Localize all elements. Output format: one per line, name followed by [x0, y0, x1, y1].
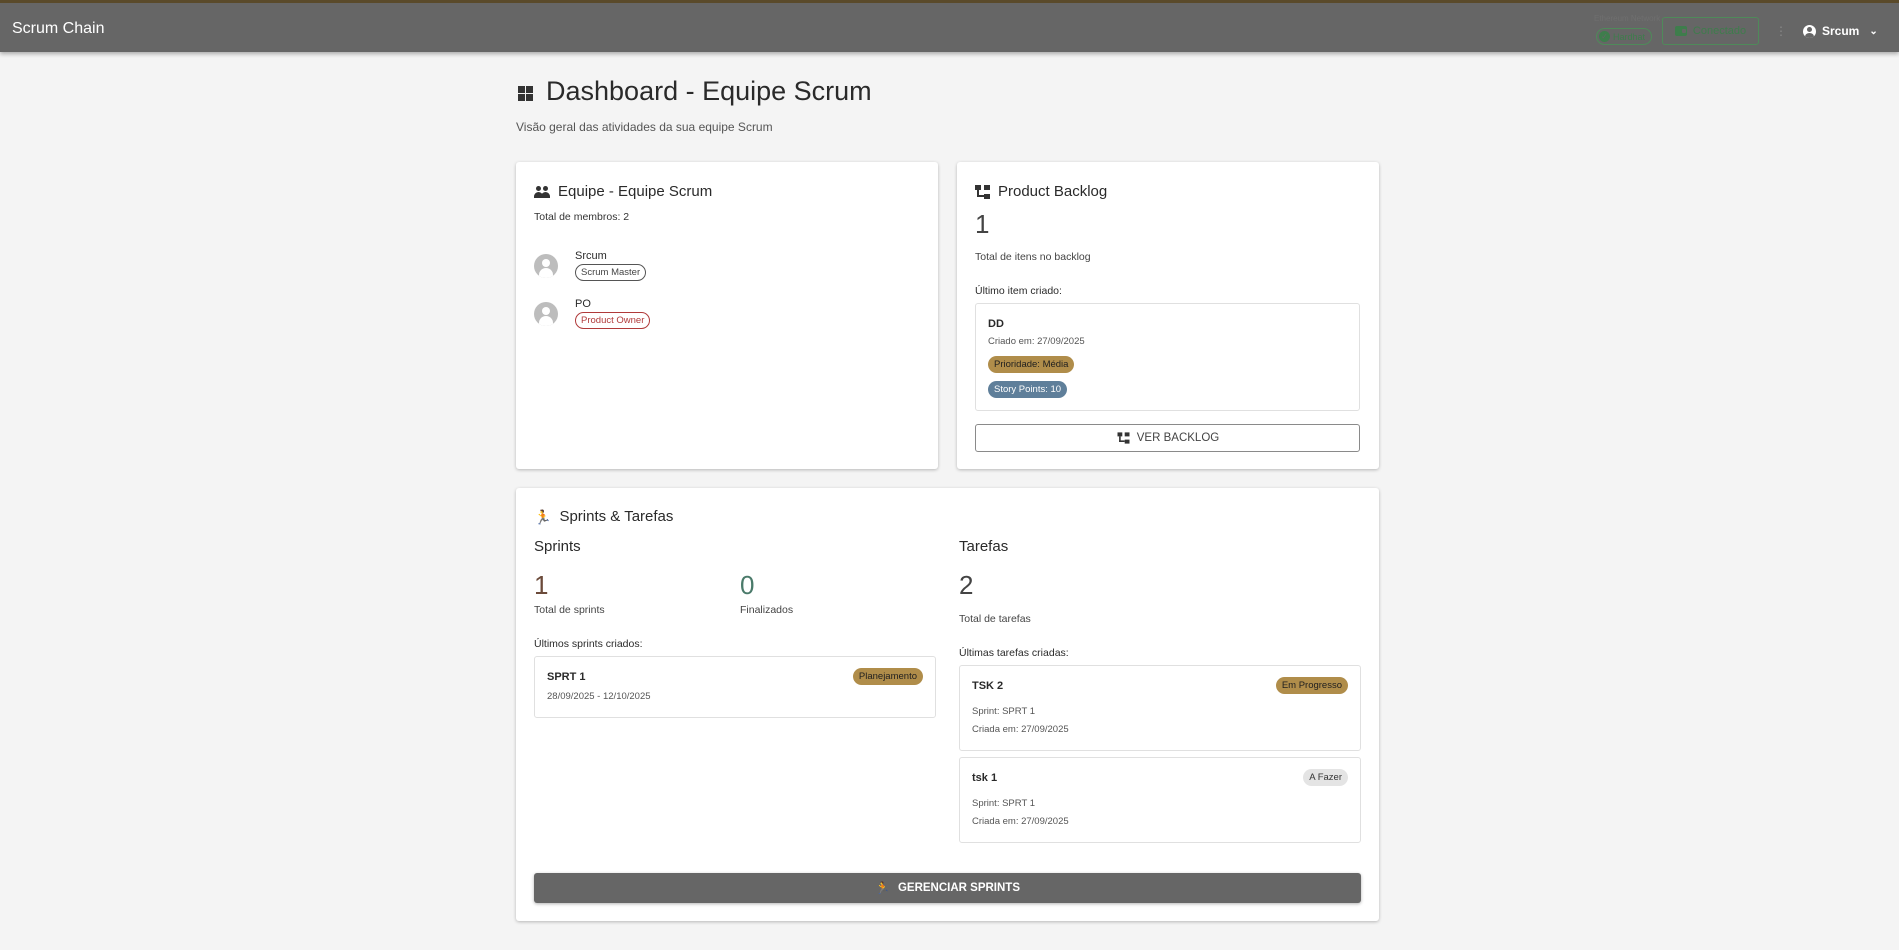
- sprints-total-label: Total de sprints: [534, 604, 605, 616]
- backlog-last-label: Último item criado:: [975, 285, 1062, 297]
- backlog-total-label: Total de itens no backlog: [975, 251, 1091, 263]
- check-circle-icon: ✓: [1599, 31, 1610, 42]
- tasks-total: 2: [959, 570, 974, 600]
- page-title: Dashboard - Equipe Scrum: [546, 76, 872, 106]
- team-total: Total de membros: 2: [534, 211, 630, 223]
- manage-sprints-button[interactable]: 🏃 GERENCIAR SPRINTS: [534, 873, 1361, 903]
- sprints-finished: 0: [740, 570, 755, 600]
- team-card: Equipe - Equipe Scrum Total de membros: …: [516, 162, 938, 469]
- connect-wallet-button[interactable]: Conectado: [1662, 17, 1759, 45]
- page-subtitle: Visão geral das atividades da sua equipe…: [516, 120, 773, 134]
- sprint-dates: 28/09/2025 - 12/10/2025: [547, 691, 651, 702]
- team-title: Equipe - Equipe Scrum: [558, 183, 713, 200]
- network-chip: ✓ Hardhat: [1596, 28, 1653, 45]
- status-badge: Em Progresso: [1275, 677, 1348, 694]
- story-points-badge: Story Points: 10: [988, 381, 1068, 398]
- role-badge: Scrum Master: [575, 264, 647, 281]
- sprints-finished-label: Finalizados: [740, 604, 794, 616]
- task-sprint: Sprint: SPRT 1: [972, 798, 1036, 809]
- run-icon: 🏃: [875, 881, 890, 895]
- status-badge: Planejamento: [852, 668, 923, 685]
- backlog-total: 1: [975, 209, 990, 239]
- run-icon: 🏃: [534, 508, 552, 525]
- wallet-icon: [1674, 26, 1687, 36]
- role-badge: Product Owner: [575, 312, 651, 329]
- user-name: Srcum: [1822, 24, 1860, 38]
- backlog-card-header: Product Backlog: [975, 183, 1107, 200]
- view-backlog-label: VER BACKLOG: [1136, 432, 1220, 444]
- tasks-last-label: Últimas tarefas criadas:: [959, 647, 1069, 659]
- user-menu-button[interactable]: Srcum ⌄: [1803, 22, 1878, 40]
- network-chip-label: Hardhat: [1613, 31, 1646, 42]
- task-title: tsk 1: [972, 772, 998, 784]
- status-badge: A Fazer: [1303, 769, 1348, 786]
- chevron-down-icon: ⌄: [1869, 25, 1878, 37]
- task-item[interactable]: tsk 1 Sprint: SPRT 1 Criada em: 27/09/20…: [959, 757, 1361, 843]
- avatar-person-icon: [534, 254, 558, 278]
- backlog-item-title: DD: [988, 318, 1004, 330]
- tasks-heading: Tarefas: [959, 538, 1009, 555]
- task-sprint: Sprint: SPRT 1: [972, 706, 1036, 717]
- manage-sprints-label: GERENCIAR SPRINTS: [897, 882, 1020, 894]
- sprints-tasks-title: Sprints & Tarefas: [559, 508, 674, 525]
- tasks-total-label: Total de tarefas: [959, 613, 1031, 625]
- member-name: PO: [575, 298, 591, 310]
- last-backlog-item[interactable]: DD Criado em: 27/09/2025 Prioridade: Méd…: [975, 303, 1360, 411]
- sprint-title: SPRT 1: [547, 671, 586, 683]
- backlog-card: Product Backlog 1 Total de itens no back…: [957, 162, 1379, 469]
- network-indicator: Ethereum Network ✓ Hardhat: [1594, 14, 1660, 46]
- view-backlog-button[interactable]: VER BACKLOG: [975, 424, 1360, 452]
- divider: ⋮: [1775, 24, 1787, 38]
- connect-label: Conectado: [1692, 25, 1747, 37]
- account-circle-icon: [1803, 24, 1816, 38]
- task-title: TSK 2: [972, 680, 1004, 692]
- backlog-item-created: Criado em: 27/09/2025: [988, 336, 1085, 347]
- sprint-item[interactable]: SPRT 1 28/09/2025 - 12/10/2025 Planejame…: [534, 656, 936, 718]
- priority-badge: Prioridade: Média: [988, 356, 1075, 373]
- avatar-person-icon: [534, 302, 558, 326]
- sprints-total: 1: [534, 570, 549, 600]
- member-name: Srcum: [575, 250, 607, 262]
- sprints-tasks-card: 🏃 Sprints & Tarefas Sprints 1 Total de s…: [516, 488, 1379, 921]
- network-label: Ethereum Network: [1594, 14, 1661, 23]
- account-tree-icon: [975, 184, 990, 199]
- app-title[interactable]: Scrum Chain: [12, 20, 104, 38]
- account-tree-icon: [1117, 432, 1130, 444]
- dashboard-icon: [518, 86, 533, 101]
- task-created: Criada em: 27/09/2025: [972, 724, 1069, 735]
- sprints-tasks-header: 🏃 Sprints & Tarefas: [534, 508, 673, 525]
- top-app-bar: Scrum Chain Ethereum Network ✓ Hardhat C…: [0, 0, 1899, 52]
- backlog-title: Product Backlog: [998, 183, 1108, 200]
- sprints-last-label: Últimos sprints criados:: [534, 638, 643, 650]
- task-item[interactable]: TSK 2 Sprint: SPRT 1 Criada em: 27/09/20…: [959, 665, 1361, 751]
- sprints-heading: Sprints: [534, 538, 581, 555]
- task-created: Criada em: 27/09/2025: [972, 816, 1069, 827]
- team-card-header: Equipe - Equipe Scrum: [534, 183, 712, 200]
- team-icon: [534, 185, 550, 198]
